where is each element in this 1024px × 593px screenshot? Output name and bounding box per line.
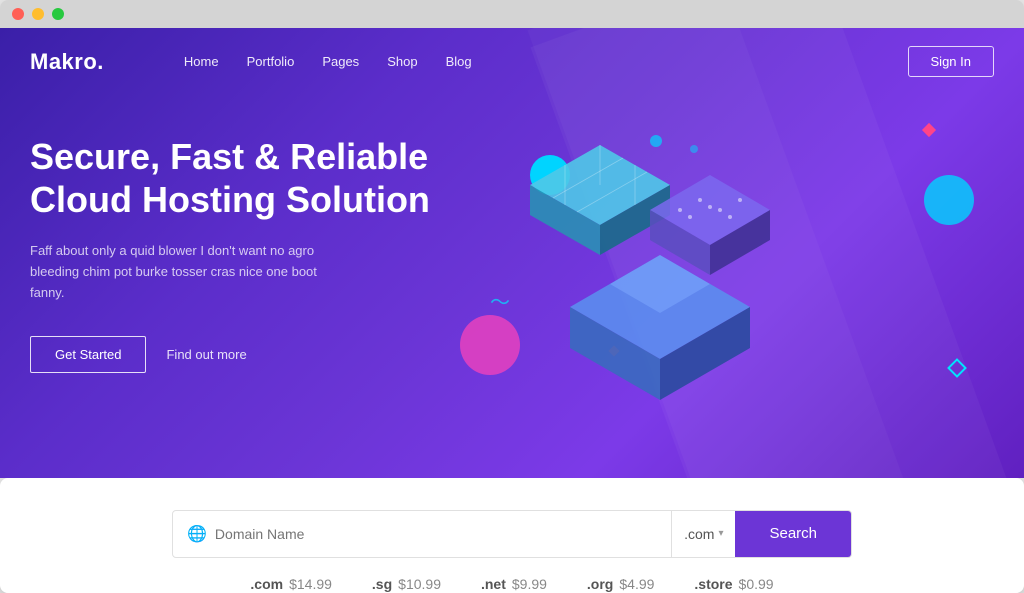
ext-org-price: $4.99	[619, 576, 654, 592]
domain-prices: .com $14.99 .sg $10.99 .net $9.99 .org $…	[250, 576, 773, 592]
hero-body: Secure, Fast & Reliable Cloud Hosting So…	[0, 95, 1024, 435]
domain-price-store: .store $0.99	[694, 576, 773, 592]
nav-item-blog[interactable]: Blog	[446, 53, 472, 71]
get-started-button[interactable]: Get Started	[30, 336, 146, 373]
domain-search-button[interactable]: Search	[735, 510, 851, 558]
ext-store-label: .store	[694, 576, 732, 592]
domain-search-bar: 🌐 .com ▾ Search	[172, 510, 852, 558]
domain-price-net: .net $9.99	[481, 576, 547, 592]
ext-net-price: $9.99	[512, 576, 547, 592]
site-content: Makro. Home Portfolio Pages Shop	[0, 28, 1024, 593]
nav-item-portfolio[interactable]: Portfolio	[247, 53, 295, 71]
ext-sg-label: .sg	[372, 576, 392, 592]
domain-name-input[interactable]	[215, 526, 657, 542]
signin-button[interactable]: Sign In	[908, 46, 994, 77]
deco-cyan-circle-right	[924, 175, 974, 225]
close-button[interactable]	[12, 8, 24, 20]
nav-item-home[interactable]: Home	[184, 53, 219, 71]
browser-window: Makro. Home Portfolio Pages Shop	[0, 0, 1024, 593]
domain-price-com: .com $14.99	[250, 576, 332, 592]
ext-com-price: $14.99	[289, 576, 332, 592]
domain-input-wrapper: 🌐	[173, 524, 671, 544]
ext-org-label: .org	[587, 576, 613, 592]
ext-net-label: .net	[481, 576, 506, 592]
domain-price-sg: .sg $10.99	[372, 576, 441, 592]
nav-links: Home Portfolio Pages Shop Blog	[184, 53, 908, 71]
hero-illustration: 〜	[450, 115, 994, 435]
globe-icon: 🌐	[187, 524, 207, 544]
maximize-button[interactable]	[52, 8, 64, 20]
nav-item-pages[interactable]: Pages	[322, 53, 359, 71]
domain-extension-selector[interactable]: .com ▾	[671, 511, 735, 557]
hero-text-block: Secure, Fast & Reliable Cloud Hosting So…	[30, 115, 450, 435]
domain-ext-label: .com	[684, 526, 714, 542]
find-out-more-button[interactable]: Find out more	[166, 347, 246, 362]
hero-section: Makro. Home Portfolio Pages Shop	[0, 28, 1024, 478]
ext-store-price: $0.99	[739, 576, 774, 592]
navbar: Makro. Home Portfolio Pages Shop	[0, 28, 1024, 95]
deco-wavy-line: 〜	[490, 286, 510, 315]
domain-price-org: .org $4.99	[587, 576, 655, 592]
hero-buttons: Get Started Find out more	[30, 336, 450, 373]
ext-sg-price: $10.99	[398, 576, 441, 592]
hero-subtitle: Faff about only a quid blower I don't wa…	[30, 241, 350, 303]
ext-com-label: .com	[250, 576, 283, 592]
deco-outline-diamond	[947, 358, 967, 378]
nav-item-shop[interactable]: Shop	[387, 53, 417, 71]
domain-section: 🌐 .com ▾ Search .com $14.99 .sg $10.99	[0, 478, 1024, 593]
title-bar	[0, 0, 1024, 28]
deco-red-diamond-top	[922, 123, 936, 137]
site-logo: Makro.	[30, 49, 104, 75]
hero-title: Secure, Fast & Reliable Cloud Hosting So…	[30, 135, 450, 221]
chevron-down-icon: ▾	[718, 528, 723, 539]
server-illustration	[510, 125, 850, 405]
minimize-button[interactable]	[32, 8, 44, 20]
